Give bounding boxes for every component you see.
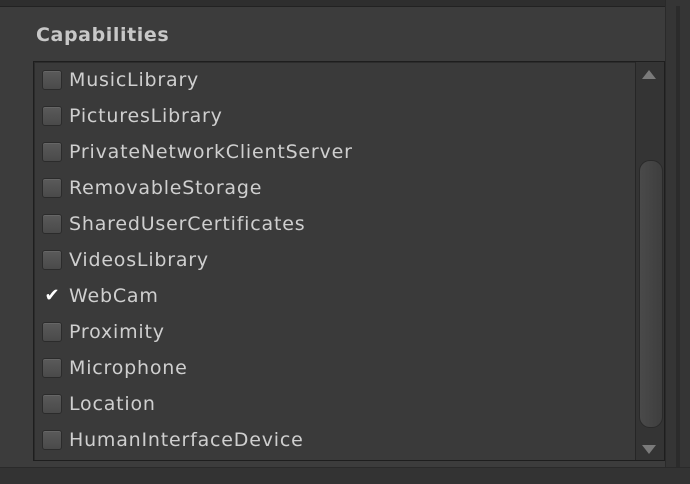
checkbox-icon[interactable]: [42, 358, 62, 378]
capability-label: Proximity: [69, 321, 165, 343]
capability-item[interactable]: PrivateNetworkClientServer: [34, 134, 632, 170]
panel-scroll-gutter-track: [676, 6, 680, 476]
capability-label: PrivateNetworkClientServer: [69, 141, 353, 163]
checkbox-icon[interactable]: [42, 250, 62, 270]
capability-label: Microphone: [69, 357, 188, 379]
capabilities-list[interactable]: MusicLibrary PicturesLibrary PrivateNetwor…: [33, 61, 665, 461]
checkbox-icon[interactable]: [42, 394, 62, 414]
panel-bottom-edge: [0, 467, 690, 484]
checkbox-icon[interactable]: [42, 142, 62, 162]
checkbox-icon[interactable]: [42, 214, 62, 234]
capability-item[interactable]: PicturesLibrary: [34, 98, 632, 134]
capabilities-heading: Capabilities: [36, 24, 170, 46]
capability-label: HumanInterfaceDevice: [69, 429, 304, 451]
capability-item[interactable]: RemovableStorage: [34, 170, 632, 206]
capabilities-scrollbar[interactable]: [635, 62, 664, 460]
scroll-up-arrow-icon[interactable]: [642, 70, 656, 79]
checkbox-icon[interactable]: [42, 106, 62, 126]
capability-label: PicturesLibrary: [69, 105, 223, 127]
capability-label: SharedUserCertificates: [69, 213, 306, 235]
scroll-down-arrow-icon[interactable]: [642, 445, 656, 454]
capability-label: VideosLibrary: [69, 249, 209, 271]
capability-item[interactable]: Microphone: [34, 350, 632, 386]
inspector-panel: Capabilities MusicLibrary PicturesLibrary…: [0, 0, 690, 484]
capability-item[interactable]: ✔ WebCam: [34, 278, 632, 314]
capability-label: RemovableStorage: [69, 177, 263, 199]
capability-label: WebCam: [69, 285, 159, 307]
checkbox-checked-icon[interactable]: ✔: [42, 286, 62, 306]
checkbox-icon[interactable]: [42, 430, 62, 450]
capability-item[interactable]: Proximity: [34, 314, 632, 350]
checkbox-icon[interactable]: [42, 70, 62, 90]
capability-item[interactable]: VideosLibrary: [34, 242, 632, 278]
capability-item[interactable]: SharedUserCertificates: [34, 206, 632, 242]
capability-item[interactable]: MusicLibrary: [34, 62, 632, 98]
checkbox-icon[interactable]: [42, 178, 62, 198]
panel-scroll-gutter: [665, 0, 690, 484]
scroll-thumb[interactable]: [639, 160, 663, 428]
capability-label: Location: [69, 393, 156, 415]
capability-item[interactable]: HumanInterfaceDevice: [34, 422, 632, 458]
capabilities-items: MusicLibrary PicturesLibrary PrivateNetwor…: [34, 62, 632, 458]
capability-item[interactable]: Location: [34, 386, 632, 422]
panel-top-edge: [0, 0, 690, 7]
capability-label: MusicLibrary: [69, 69, 200, 91]
checkbox-icon[interactable]: [42, 322, 62, 342]
